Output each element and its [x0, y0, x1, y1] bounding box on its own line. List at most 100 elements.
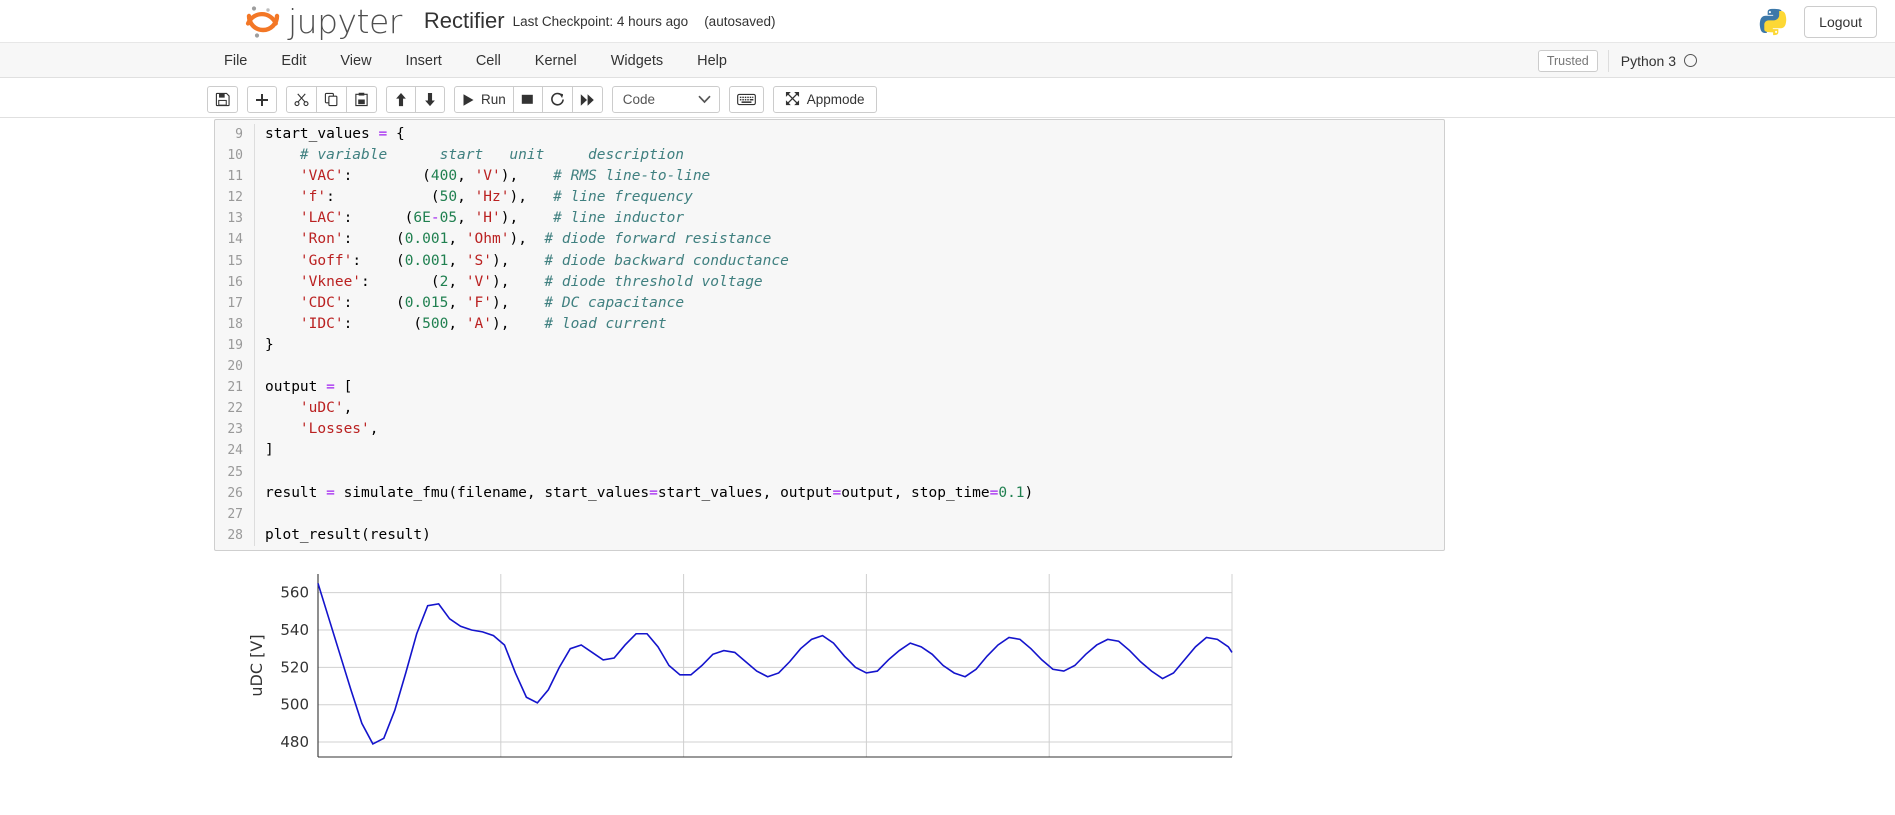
line-number: 21 [215, 377, 255, 399]
udc-line-chart: 480 500 520 540 560 uDC [V] [247, 573, 1233, 758]
line-number: 17 [215, 292, 255, 314]
menu-help[interactable]: Help [680, 44, 744, 78]
output-prompt [200, 569, 214, 769]
menu-insert[interactable]: Insert [389, 44, 459, 78]
stop-square-icon [521, 93, 534, 106]
kernel-name-label: Python 3 [1620, 52, 1676, 69]
y-tick-label: 540 [280, 621, 309, 639]
line-number: 22 [215, 398, 255, 420]
menubar-right-group: Trusted Python 3 [1537, 43, 1697, 78]
cell-output-area: 480 500 520 540 560 uDC [V] [200, 551, 1445, 769]
appmode-button-label: Appmode [806, 92, 865, 107]
y-tick-label: 500 [280, 696, 309, 714]
line-number: 14 [215, 229, 255, 251]
cell-type-value: Code [622, 92, 656, 107]
line-number: 24 [215, 440, 255, 462]
jupyter-logo[interactable]: jupyter [243, 2, 402, 41]
line-number: 11 [215, 166, 255, 188]
line-number: 9 [215, 124, 255, 146]
kernel-idle-icon [1684, 54, 1697, 67]
menubar: File Edit View Insert Cell Kernel Widget… [207, 43, 1697, 78]
copy-cell-button[interactable] [316, 86, 347, 113]
line-number: 27 [215, 503, 255, 525]
line-number: 18 [215, 313, 255, 335]
run-cell-button[interactable]: Run [454, 86, 514, 113]
line-number: 19 [215, 334, 255, 357]
play-icon [462, 93, 475, 107]
code-editor[interactable]: 9 start_values = { 10 # variable start un… [214, 119, 1445, 551]
restart-kernel-button[interactable] [541, 86, 573, 113]
y-tick-label: 560 [280, 584, 309, 602]
cut-cell-button[interactable] [286, 86, 317, 113]
menu-cell[interactable]: Cell [459, 44, 518, 78]
restart-and-run-all-button[interactable] [571, 86, 603, 113]
scissors-icon [294, 92, 309, 107]
run-group: Run [454, 86, 603, 113]
move-cell-up-button[interactable] [386, 86, 416, 113]
line-number: 23 [215, 419, 255, 441]
menu-edit[interactable]: Edit [264, 44, 323, 78]
cell-type-select[interactable]: Code [611, 86, 720, 113]
save-group [207, 86, 238, 113]
kernel-indicator[interactable]: Python 3 [1607, 49, 1697, 72]
notebook-name[interactable]: Rectifier [424, 8, 505, 34]
python-logo-icon [1758, 7, 1788, 37]
cell-prompt [200, 119, 214, 551]
save-icon [215, 92, 230, 107]
run-button-label: Run [481, 92, 506, 107]
toolbar-container: Run Code Appmode [0, 78, 1895, 118]
code-cell[interactable]: 9 start_values = { 10 # variable start un… [200, 119, 1445, 551]
appmode-button[interactable]: Appmode [772, 86, 877, 113]
series-uDC [317, 582, 1233, 745]
notebook-container: 9 start_values = { 10 # variable start un… [200, 119, 1445, 769]
line-number: 20 [215, 356, 255, 378]
expand-arrows-icon [785, 91, 800, 109]
y-tick-label: 520 [280, 658, 309, 676]
copy-icon [324, 92, 339, 107]
move-cell-down-button[interactable] [415, 86, 445, 113]
insert-cell-group [247, 86, 277, 113]
line-number: 15 [215, 250, 255, 272]
open-keyboard-shortcuts-button[interactable] [728, 86, 764, 113]
keyboard-shortcuts-group [728, 86, 764, 113]
paste-cell-button[interactable] [346, 86, 377, 113]
notebook-header: jupyter Rectifier Last Checkpoint: 4 hou… [0, 0, 1895, 43]
y-tick-label: 480 [280, 733, 309, 751]
chevron-down-icon [698, 92, 711, 107]
trusted-badge: Trusted [1537, 49, 1598, 72]
paste-icon [354, 92, 369, 107]
fast-forward-icon [580, 93, 595, 107]
header-right-group: Logout [1758, 0, 1877, 43]
line-number: 26 [215, 482, 255, 504]
line-number: 12 [215, 187, 255, 209]
interrupt-kernel-button[interactable] [512, 86, 543, 113]
code-text: 9 start_values = { 10 # variable start un… [215, 124, 1440, 546]
line-number: 28 [215, 524, 255, 546]
arrow-down-icon [423, 92, 437, 107]
line-number: 13 [215, 208, 255, 230]
autosave-status: (autosaved) [704, 13, 776, 29]
plus-icon [255, 93, 269, 107]
arrow-up-icon [394, 92, 408, 107]
menubar-container: File Edit View Insert Cell Kernel Widget… [0, 43, 1895, 78]
menu-kernel[interactable]: Kernel [518, 44, 594, 78]
edit-group [286, 86, 377, 113]
save-button[interactable] [207, 86, 238, 113]
menu-view[interactable]: View [323, 44, 388, 78]
matplotlib-figure: 480 500 520 540 560 uDC [V] [214, 569, 1236, 769]
toolbar: Run Code Appmode [207, 78, 1895, 118]
restart-circle-icon [550, 92, 565, 107]
insert-cell-below-button[interactable] [247, 86, 277, 113]
keyboard-icon [736, 93, 756, 106]
last-checkpoint-label: Last Checkpoint: 4 hours ago [512, 13, 689, 29]
menu-file[interactable]: File [207, 44, 264, 78]
y-axis-title: uDC [V] [247, 634, 266, 696]
line-number: 16 [215, 271, 255, 293]
jupyter-logo-text: jupyter [288, 1, 402, 41]
menu-widgets[interactable]: Widgets [594, 44, 680, 78]
line-number: 25 [215, 461, 255, 483]
logout-button[interactable]: Logout [1804, 5, 1877, 38]
line-number: 10 [215, 145, 255, 167]
notebook-scroll-area[interactable]: 9 start_values = { 10 # variable start un… [0, 119, 1895, 815]
move-group [386, 86, 445, 113]
